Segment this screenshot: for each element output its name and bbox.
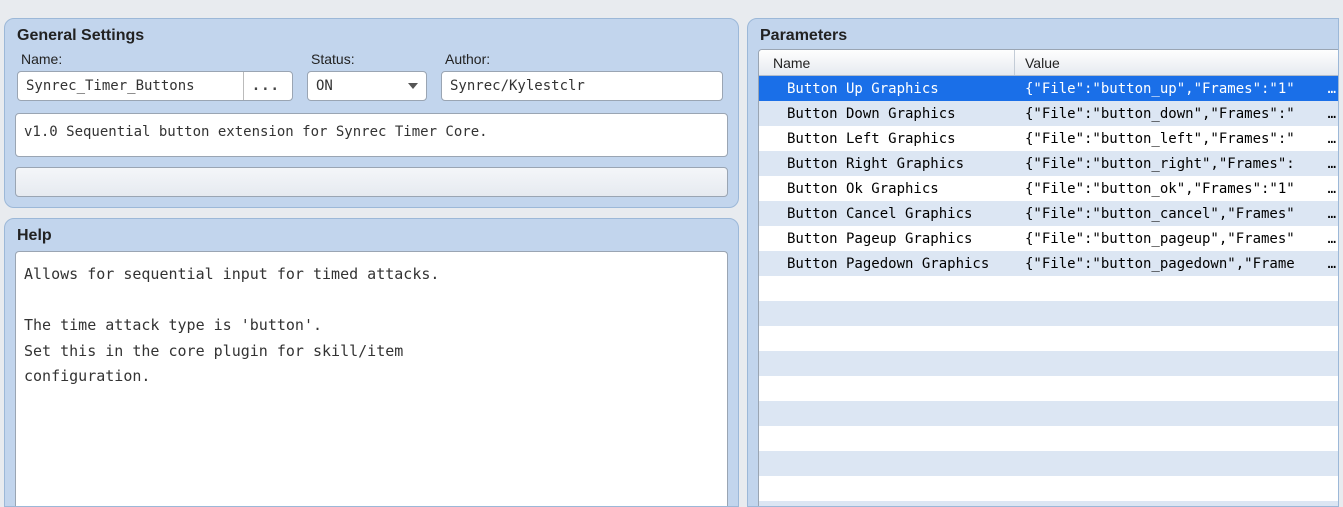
table-row-empty: [759, 326, 1338, 351]
param-name: Button Up Graphics: [759, 81, 1015, 97]
table-row[interactable]: Button Pageup Graphics{"File":"button_pa…: [759, 226, 1338, 251]
param-value: {"File":"button_cancel","Frames"…: [1015, 206, 1338, 222]
param-value: {"File":"button_pagedown","Frame…: [1015, 256, 1338, 272]
param-name: Button Ok Graphics: [759, 181, 1015, 197]
param-name: Button Cancel Graphics: [759, 206, 1015, 222]
table-row-empty: [759, 426, 1338, 451]
parameters-panel: Parameters Name Value Button Up Graphics…: [747, 18, 1339, 507]
description-text: v1.0 Sequential button extension for Syn…: [24, 124, 488, 140]
status-select[interactable]: ON: [307, 71, 427, 101]
param-name: Button Pagedown Graphics: [759, 256, 1015, 272]
author-input[interactable]: Synrec/Kylestclr: [441, 71, 723, 101]
table-row[interactable]: Button Right Graphics{"File":"button_rig…: [759, 151, 1338, 176]
param-value: {"File":"button_down","Frames":"…: [1015, 106, 1338, 122]
ellipsis-icon: …: [1328, 156, 1336, 172]
name-input-value: Synrec_Timer_Buttons: [26, 78, 195, 94]
table-row[interactable]: Button Down Graphics{"File":"button_down…: [759, 101, 1338, 126]
column-header-value[interactable]: Value: [1015, 55, 1338, 71]
general-settings-panel: General Settings Name: Synrec_Timer_Butt…: [4, 18, 739, 208]
extra-field[interactable]: [15, 167, 728, 197]
table-row[interactable]: Button Pagedown Graphics{"File":"button_…: [759, 251, 1338, 276]
parameters-table[interactable]: Name Value Button Up Graphics{"File":"bu…: [758, 49, 1338, 506]
table-row-empty: [759, 476, 1338, 501]
author-value: Synrec/Kylestclr: [450, 78, 585, 94]
ellipsis-icon: …: [1328, 231, 1336, 247]
description-box[interactable]: v1.0 Sequential button extension for Syn…: [15, 113, 728, 157]
table-row-empty: [759, 401, 1338, 426]
help-body[interactable]: Allows for sequential input for timed at…: [15, 251, 728, 506]
author-label: Author:: [441, 51, 723, 71]
ellipsis-icon: …: [1328, 106, 1336, 122]
table-row[interactable]: Button Ok Graphics{"File":"button_ok","F…: [759, 176, 1338, 201]
column-header-name[interactable]: Name: [759, 50, 1015, 75]
table-row-empty: [759, 376, 1338, 401]
table-row[interactable]: Button Cancel Graphics{"File":"button_ca…: [759, 201, 1338, 226]
parameters-title: Parameters: [758, 23, 1338, 49]
table-row[interactable]: Button Up Graphics{"File":"button_up","F…: [759, 76, 1338, 101]
status-value: ON: [316, 78, 333, 94]
ellipsis-icon: …: [1328, 256, 1336, 272]
param-name: Button Left Graphics: [759, 131, 1015, 147]
ellipsis-icon: …: [1328, 81, 1336, 97]
table-row[interactable]: Button Left Graphics{"File":"button_left…: [759, 126, 1338, 151]
name-more-button[interactable]: ...: [243, 72, 284, 100]
name-input[interactable]: Synrec_Timer_Buttons ...: [17, 71, 293, 101]
table-row-empty: [759, 451, 1338, 476]
table-row-empty: [759, 501, 1338, 506]
param-value: {"File":"button_ok","Frames":"1"…: [1015, 181, 1338, 197]
chevron-down-icon: [408, 83, 418, 89]
param-value: {"File":"button_up","Frames":"1"…: [1015, 81, 1338, 97]
param-name: Button Right Graphics: [759, 156, 1015, 172]
name-label: Name:: [17, 51, 293, 71]
help-panel: Help Allows for sequential input for tim…: [4, 218, 739, 507]
table-header: Name Value: [759, 50, 1338, 76]
param-name: Button Down Graphics: [759, 106, 1015, 122]
status-label: Status:: [307, 51, 427, 71]
param-value: {"File":"button_right","Frames":…: [1015, 156, 1338, 172]
table-row-empty: [759, 351, 1338, 376]
help-title: Help: [15, 223, 728, 251]
ellipsis-icon: …: [1328, 131, 1336, 147]
param-value: {"File":"button_pageup","Frames"…: [1015, 231, 1338, 247]
ellipsis-icon: …: [1328, 206, 1336, 222]
ellipsis-icon: …: [1328, 181, 1336, 197]
table-row-empty: [759, 276, 1338, 301]
table-row-empty: [759, 301, 1338, 326]
param-value: {"File":"button_left","Frames":"…: [1015, 131, 1338, 147]
general-settings-title: General Settings: [15, 23, 728, 51]
param-name: Button Pageup Graphics: [759, 231, 1015, 247]
